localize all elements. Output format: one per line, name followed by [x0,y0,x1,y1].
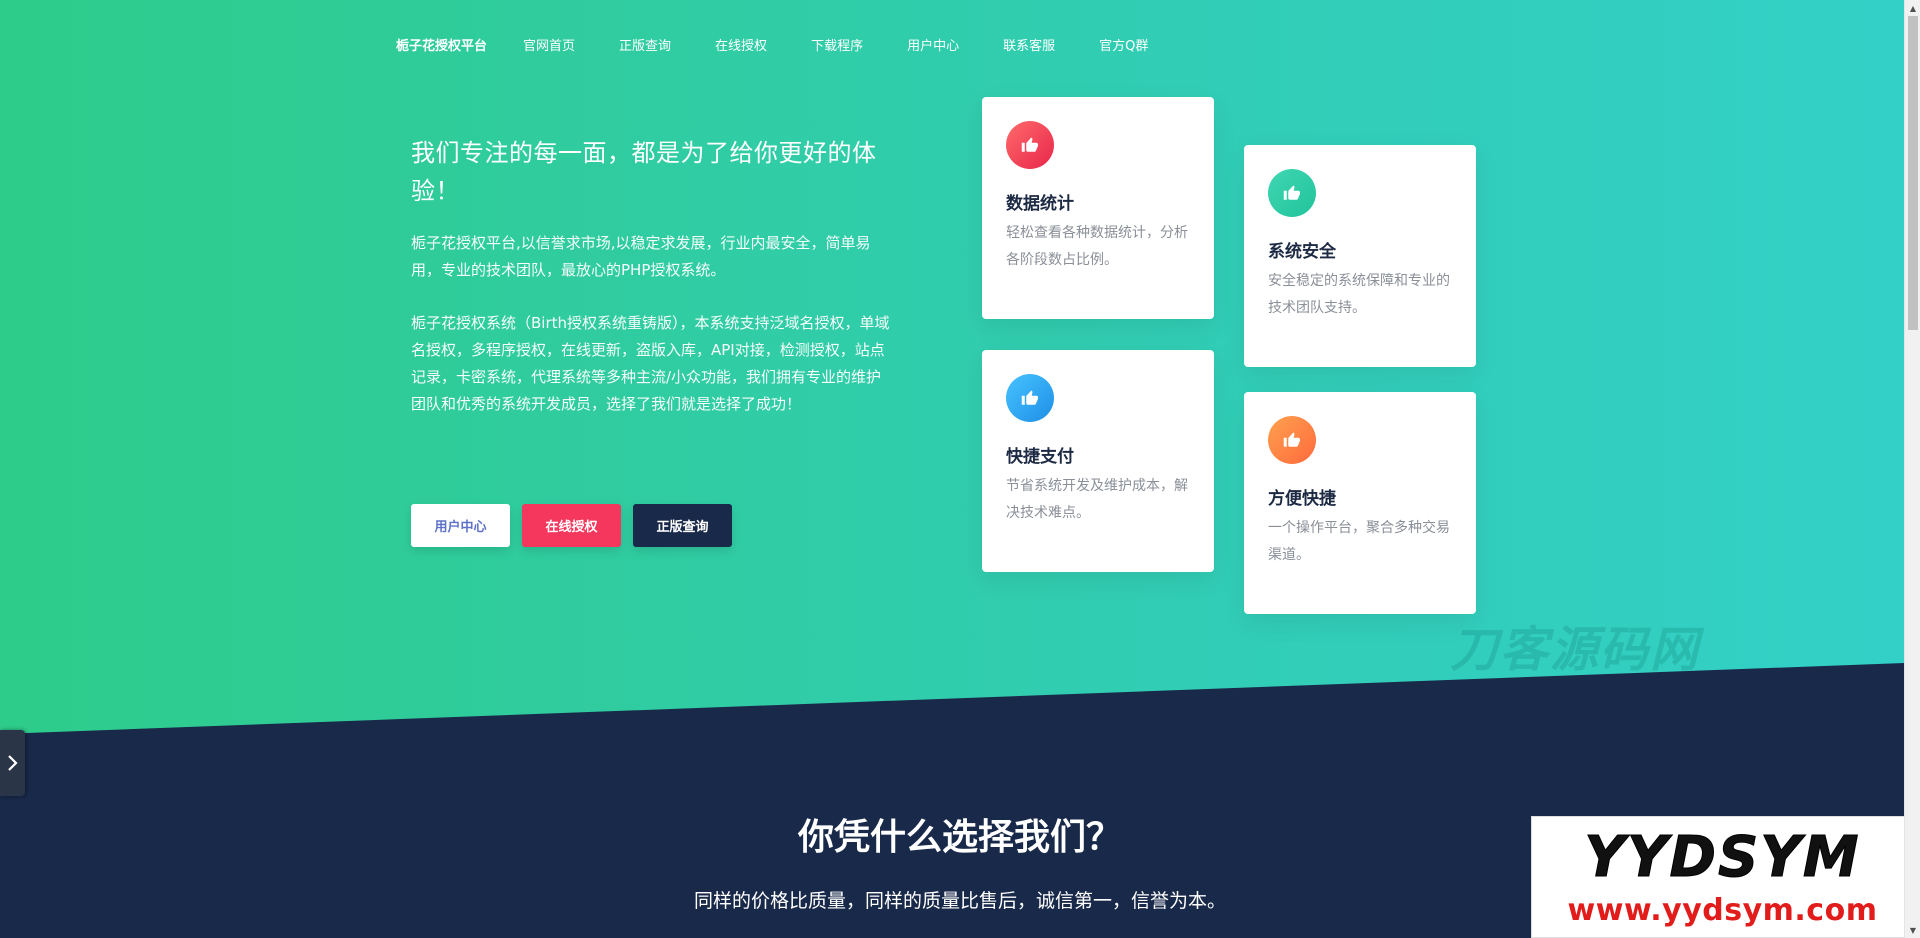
thumbs-up-icon [1006,374,1054,422]
card-title: 系统安全 [1268,242,1336,262]
thumbs-up-icon [1268,169,1316,217]
logo-url: www.yydsym.com [1567,893,1878,928]
hero-button-group: 用户中心 在线授权 正版查询 [411,504,744,547]
dark-section-background [0,663,1904,938]
card-title: 方便快捷 [1268,489,1336,509]
hero-paragraph-features: 栀子花授权系统（Birth授权系统重铸版），本系统支持泛域名授权，单域名授权，多… [411,314,890,413]
scroll-up-arrow-icon[interactable]: ▲ [1905,0,1920,16]
card-description: 节省系统开发及维护成本，解决技术难点。 [1006,478,1188,521]
nav-brand[interactable]: 栀子花授权平台 [396,35,487,54]
side-panel-toggle[interactable] [0,730,25,796]
feature-card-data-stats: 数据统计 轻松查看各种数据统计，分析各阶段数占比例。 [982,97,1214,319]
nav-item-genuine-query[interactable]: 正版查询 [619,35,671,54]
card-description: 轻松查看各种数据统计，分析各阶段数占比例。 [1006,225,1188,268]
feature-card-convenience: 方便快捷 一个操作平台，聚合多种交易渠道。 [1244,392,1476,614]
card-title: 数据统计 [1006,194,1074,214]
card-description: 一个操作平台，聚合多种交易渠道。 [1268,520,1450,563]
site-logo-banner[interactable]: YYDSYM www.yydsym.com [1531,816,1912,938]
nav-item-home[interactable]: 官网首页 [523,35,575,54]
page: 栀子花授权平台 官网首页 正版查询 在线授权 下载程序 用户中心 联系客服 官方… [0,0,1920,938]
page-scrollbar[interactable]: ▲ ▼ [1904,0,1920,938]
nav-item-user-center[interactable]: 用户中心 [907,35,959,54]
nav-item-qq-group[interactable]: 官方Q群 [1099,35,1148,54]
logo-text: YYDSYM [1584,825,1861,891]
scroll-down-arrow-icon[interactable]: ▼ [1905,922,1920,938]
hero-title: 我们专注的每一面，都是为了给你更好的体验！ [411,139,877,205]
chevron-right-icon [7,755,18,771]
thumbs-up-icon [1268,416,1316,464]
user-center-button[interactable]: 用户中心 [411,504,510,547]
thumbs-up-icon [1006,121,1054,169]
nav-item-contact[interactable]: 联系客服 [1003,35,1055,54]
feature-card-system-security: 系统安全 安全稳定的系统保障和专业的技术团队支持。 [1244,145,1476,367]
card-description: 安全稳定的系统保障和专业的技术团队支持。 [1268,273,1450,316]
nav-item-download[interactable]: 下载程序 [811,35,863,54]
card-title: 快捷支付 [1006,447,1074,467]
feature-card-quick-pay: 快捷支付 节省系统开发及维护成本，解决技术难点。 [982,350,1214,572]
genuine-query-button[interactable]: 正版查询 [633,504,732,547]
hero-section: 我们专注的每一面，都是为了给你更好的体验！ 栀子花授权平台,以信誉求市场,以稳定… [411,134,891,418]
top-nav: 栀子花授权平台 官网首页 正版查询 在线授权 下载程序 用户中心 联系客服 官方… [396,32,1192,56]
hero-paragraph-intro: 栀子花授权平台,以信誉求市场,以稳定求发展，行业内最安全，简单易用，专业的技术团… [411,234,871,279]
online-auth-button[interactable]: 在线授权 [522,504,621,547]
watermark: 刀客源码网 [1450,622,1701,678]
scrollbar-thumb[interactable] [1908,16,1918,330]
nav-item-online-auth[interactable]: 在线授权 [715,35,767,54]
